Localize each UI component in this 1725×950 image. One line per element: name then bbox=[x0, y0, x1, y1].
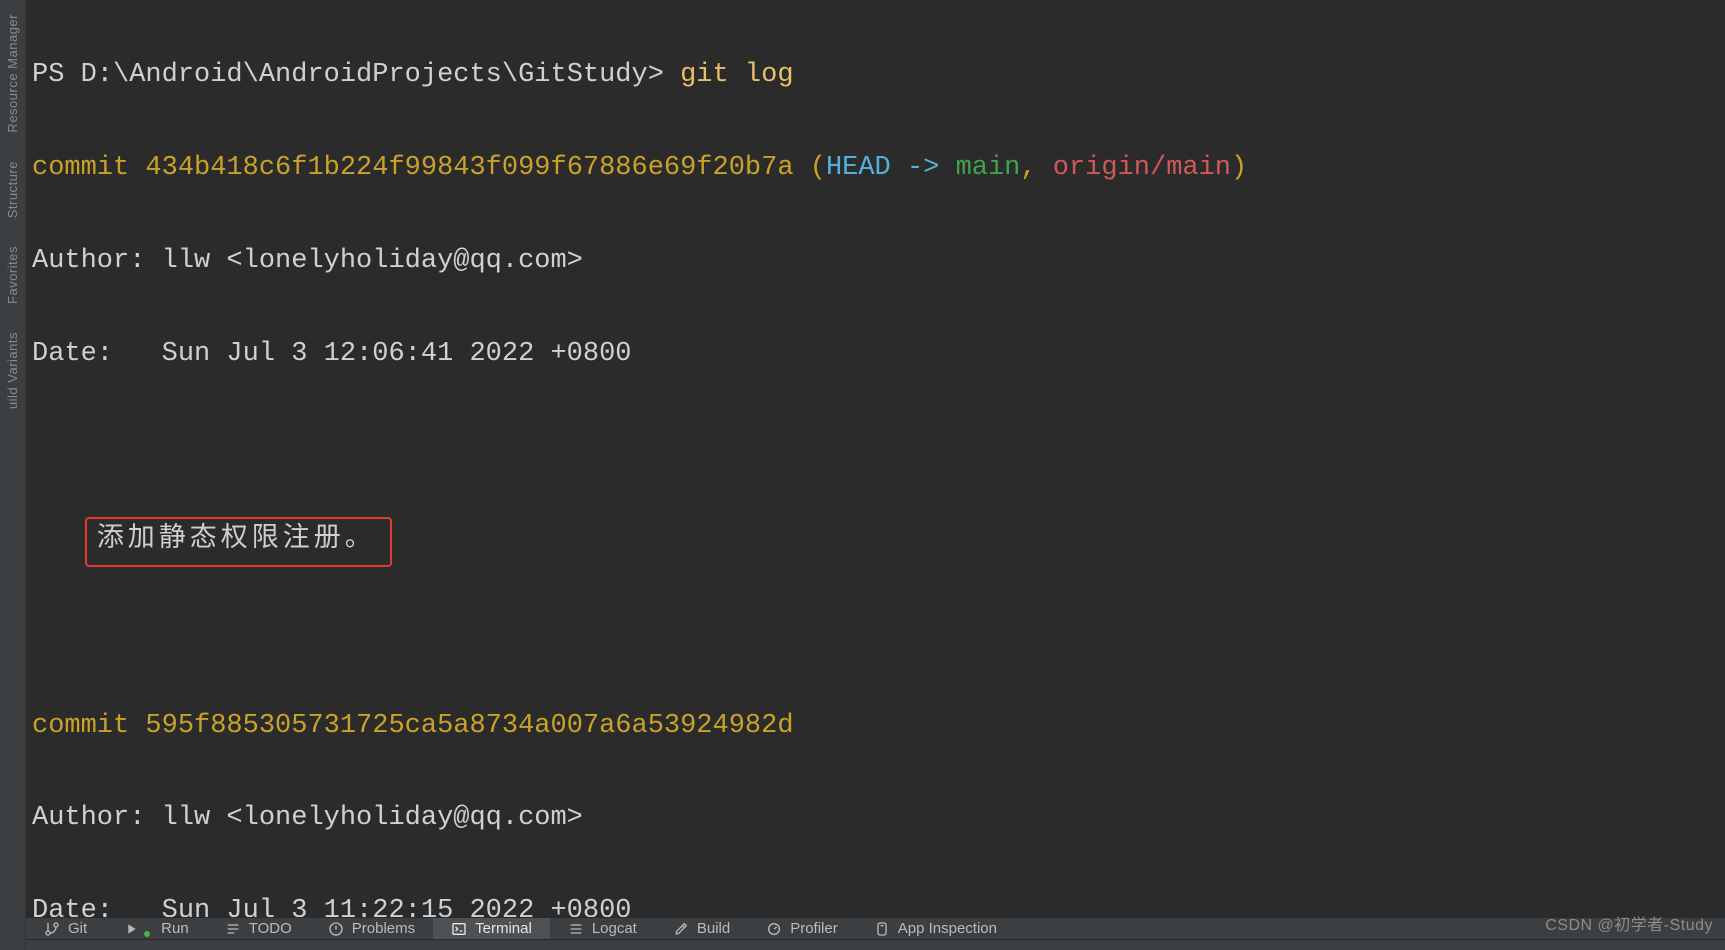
gutter-structure[interactable]: Structure bbox=[5, 147, 20, 232]
remote-branch: origin/main bbox=[1053, 153, 1231, 183]
tool-label: Git bbox=[68, 920, 87, 937]
tool-todo[interactable]: TODO bbox=[207, 918, 310, 939]
head-branch: main bbox=[956, 153, 1021, 183]
prompt-prefix: PS bbox=[32, 60, 81, 90]
tool-profiler[interactable]: Profiler bbox=[748, 918, 856, 939]
tool-terminal[interactable]: Terminal bbox=[433, 918, 550, 939]
commit-hash: 434b418c6f1b224f99843f099f67886e69f20b7a bbox=[145, 153, 793, 183]
tool-git[interactable]: Git bbox=[26, 918, 105, 939]
refs-open: ( bbox=[794, 153, 826, 183]
logcat-icon bbox=[568, 921, 584, 937]
author-line: Author: llw <lonelyholiday@qq.com> bbox=[32, 795, 1725, 841]
tool-label: Problems bbox=[352, 920, 415, 937]
run-icon bbox=[123, 921, 139, 937]
left-tool-gutter: Resource Manager Structure Favorites uil… bbox=[0, 0, 26, 950]
refs-sep: , bbox=[1020, 153, 1052, 183]
todo-icon bbox=[225, 921, 241, 937]
tool-build[interactable]: Build bbox=[655, 918, 748, 939]
tool-logcat[interactable]: Logcat bbox=[550, 918, 655, 939]
gutter-resource-manager[interactable]: Resource Manager bbox=[5, 0, 20, 147]
terminal-icon bbox=[451, 921, 467, 937]
terminal-output[interactable]: PS D:\Android\AndroidProjects\GitStudy> … bbox=[26, 0, 1725, 917]
inspect-icon bbox=[874, 921, 890, 937]
tool-app-inspection[interactable]: App Inspection bbox=[856, 918, 1015, 939]
tool-label: Build bbox=[697, 920, 730, 937]
head-label: HEAD -> bbox=[826, 153, 956, 183]
commit-message: 添加静态权限注册。 bbox=[97, 525, 376, 555]
tool-label: Run bbox=[161, 920, 189, 937]
tool-problems[interactable]: Problems bbox=[310, 918, 433, 939]
bottom-tool-bar: Git Run TODO Problems Terminal Logca bbox=[26, 917, 1725, 939]
git-icon bbox=[44, 921, 60, 937]
commit-label: commit bbox=[32, 711, 145, 741]
tool-label: App Inspection bbox=[898, 920, 997, 937]
prompt-suffix: > bbox=[648, 60, 680, 90]
tool-label: Profiler bbox=[790, 920, 838, 937]
date-line: Date: Sun Jul 3 12:06:41 2022 +0800 bbox=[32, 331, 1725, 377]
status-strip bbox=[26, 939, 1725, 950]
tool-run[interactable]: Run bbox=[105, 918, 207, 939]
author-line: Author: llw <lonelyholiday@qq.com> bbox=[32, 238, 1725, 284]
tool-label: TODO bbox=[249, 920, 292, 937]
run-status-dot bbox=[144, 931, 150, 937]
build-icon bbox=[673, 921, 689, 937]
date-line: Date: Sun Jul 3 11:22:15 2022 +0800 bbox=[32, 888, 1725, 917]
commit-hash: 595f885305731725ca5a8734a007a6a53924982d bbox=[145, 711, 793, 741]
tool-label: Logcat bbox=[592, 920, 637, 937]
problems-icon bbox=[328, 921, 344, 937]
gutter-favorites[interactable]: Favorites bbox=[5, 232, 20, 318]
msg-indent bbox=[32, 525, 97, 555]
gutter-build-variants[interactable]: uild Variants bbox=[5, 318, 20, 423]
typed-command: git log bbox=[680, 60, 793, 90]
profiler-icon bbox=[766, 921, 782, 937]
prompt-cwd: D:\Android\AndroidProjects\GitStudy bbox=[81, 60, 648, 90]
refs-close: ) bbox=[1231, 153, 1247, 183]
commit-label: commit bbox=[32, 153, 145, 183]
tool-label: Terminal bbox=[475, 920, 532, 937]
